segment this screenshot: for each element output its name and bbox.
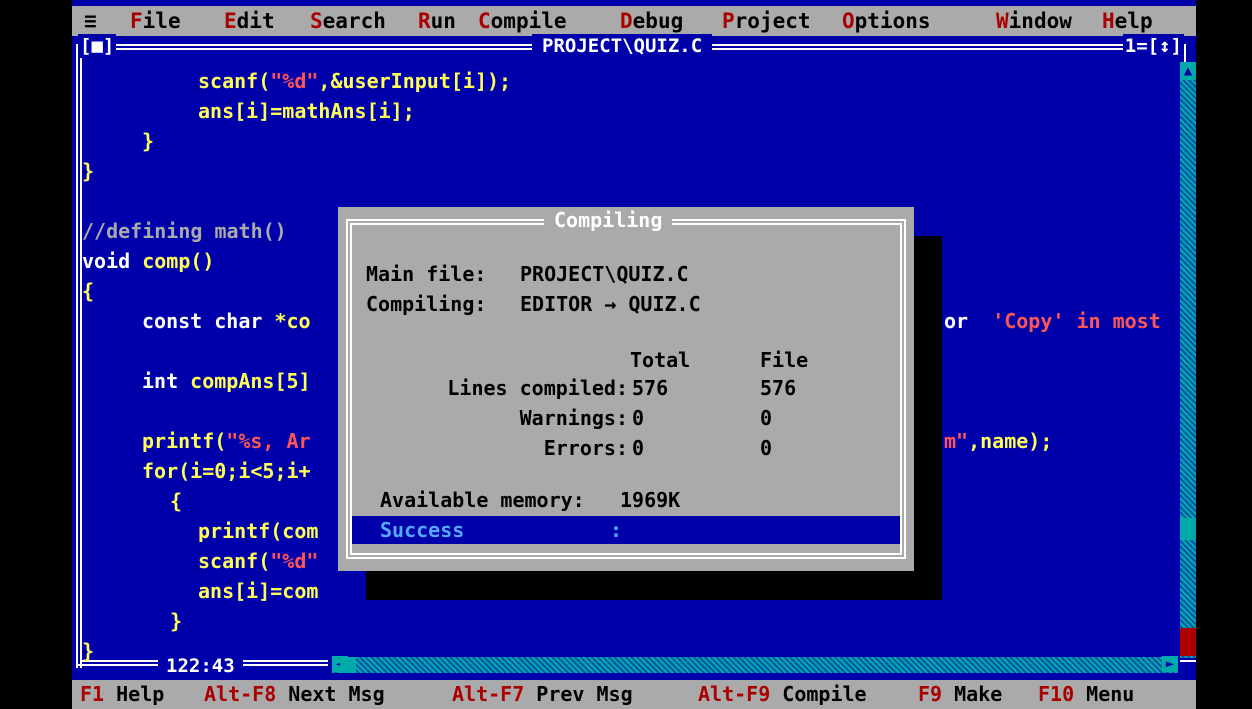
menu-bar: ≡ File Edit Search Run Compile Debug Pro… [72, 6, 1196, 36]
errors-total: 0 [632, 436, 645, 460]
result-separator: : [610, 518, 623, 542]
vertical-scroll-thumb[interactable] [1180, 518, 1196, 540]
dialog-title: Compiling [544, 207, 673, 233]
compiling-dialog: Compiling Main file: PROJECT\QUIZ.C Comp… [338, 207, 914, 571]
menu-options[interactable]: Options [842, 6, 931, 36]
status-bar: F1 Help Alt-F8 Next Msg Alt-F7 Prev Msg … [72, 680, 1196, 709]
menu-run[interactable]: Run [418, 6, 456, 36]
column-header-file: File [760, 348, 809, 372]
dialog-frame-left-inner [350, 223, 352, 555]
result-label: Success [380, 518, 465, 542]
menu-file[interactable]: File [130, 6, 181, 36]
result-bar: Success : [352, 516, 900, 544]
code-line: ans[i]=com [198, 579, 319, 603]
frame-left-outer [76, 44, 78, 668]
scroll-right-arrow-icon[interactable]: ► [1162, 656, 1178, 672]
scroll-down-arrow-icon[interactable] [1180, 628, 1196, 656]
code-line: scanf("%d" [198, 549, 319, 573]
cursor-position: 122:43 [158, 655, 243, 677]
menu-edit[interactable]: Edit [224, 6, 275, 36]
status-help[interactable]: F1 Help [80, 680, 164, 709]
status-prev-msg[interactable]: Alt-F7 Prev Msg [452, 680, 633, 709]
memory-label: Available memory: [380, 488, 585, 512]
code-line: { [170, 489, 183, 513]
code-comment: //defining math() [82, 219, 287, 243]
main-file-label: Main file: [366, 262, 487, 286]
menu-project[interactable]: Project [722, 6, 811, 36]
code-line: const char *co [142, 309, 311, 333]
code-line: } [82, 159, 95, 183]
code-line: printf("%s, Ar [142, 429, 311, 453]
warnings-file: 0 [760, 406, 773, 430]
menu-help[interactable]: Help [1102, 6, 1153, 36]
frame-right-top [1184, 44, 1186, 62]
status-next-msg[interactable]: Alt-F8 Next Msg [204, 680, 385, 709]
column-header-total: Total [630, 348, 691, 372]
code-line: for(i=0;i<5;i+ [142, 459, 311, 483]
window-number-zoom[interactable]: 1=[↕] [1122, 34, 1184, 58]
dialog-frame-right-inner [900, 223, 902, 555]
menu-search[interactable]: Search [310, 6, 386, 36]
main-file-value: PROJECT\QUIZ.C [520, 262, 689, 286]
window-close-button[interactable]: [■] [78, 34, 117, 58]
horizontal-scrollbar[interactable] [332, 657, 1178, 673]
scroll-up-arrow-icon[interactable]: ▲ [1180, 62, 1196, 80]
code-line: void comp() [82, 249, 215, 273]
menu-window[interactable]: Window [996, 6, 1072, 36]
code-line-tail: m",name); [944, 429, 1053, 453]
dialog-frame-bottom-outer [346, 557, 906, 559]
horizontal-scroll-thumb[interactable] [340, 657, 356, 673]
compiling-value: EDITOR → QUIZ.C [520, 292, 701, 316]
warnings-label: Warnings: [519, 406, 628, 430]
code-line: printf(com [198, 519, 319, 543]
code-line: } [170, 609, 183, 633]
code-line-tail: or 'Copy' in most s [944, 309, 1161, 333]
compiling-label: Compiling: [366, 292, 487, 316]
dialog-frame-right-outer [904, 219, 906, 559]
errors-file: 0 [760, 436, 773, 460]
dialog-frame-bottom-inner [350, 553, 902, 555]
code-line: scanf("%d",&userInput[i]); [198, 69, 512, 93]
lines-compiled-file: 576 [760, 376, 797, 400]
system-menu-icon[interactable]: ≡ [84, 6, 97, 36]
menu-debug[interactable]: Debug [620, 6, 683, 36]
status-menu[interactable]: F10 Menu [1038, 680, 1134, 709]
dialog-frame-left-outer [346, 219, 348, 559]
memory-value: 1969K [620, 488, 681, 512]
status-compile[interactable]: Alt-F9 Compile [698, 680, 867, 709]
lines-compiled-label: Lines compiled: [447, 376, 628, 400]
status-make[interactable]: F9 Make [918, 680, 1002, 709]
frame-bottom-right [1180, 660, 1196, 662]
code-line: ans[i]=mathAns[i]; [198, 99, 415, 123]
code-line: } [82, 639, 95, 662]
vertical-scrollbar[interactable] [1180, 62, 1196, 658]
code-line: int compAns[5] [142, 369, 311, 393]
menu-compile[interactable]: Compile [478, 6, 567, 36]
warnings-total: 0 [632, 406, 645, 430]
window-title: PROJECT\QUIZ.C [532, 34, 713, 58]
ide-screen: ≡ File Edit Search Run Compile Debug Pro… [72, 0, 1196, 709]
code-line: } [142, 129, 155, 153]
errors-label: Errors: [543, 436, 628, 460]
lines-compiled-total: 576 [632, 376, 669, 400]
code-line: { [82, 279, 95, 303]
